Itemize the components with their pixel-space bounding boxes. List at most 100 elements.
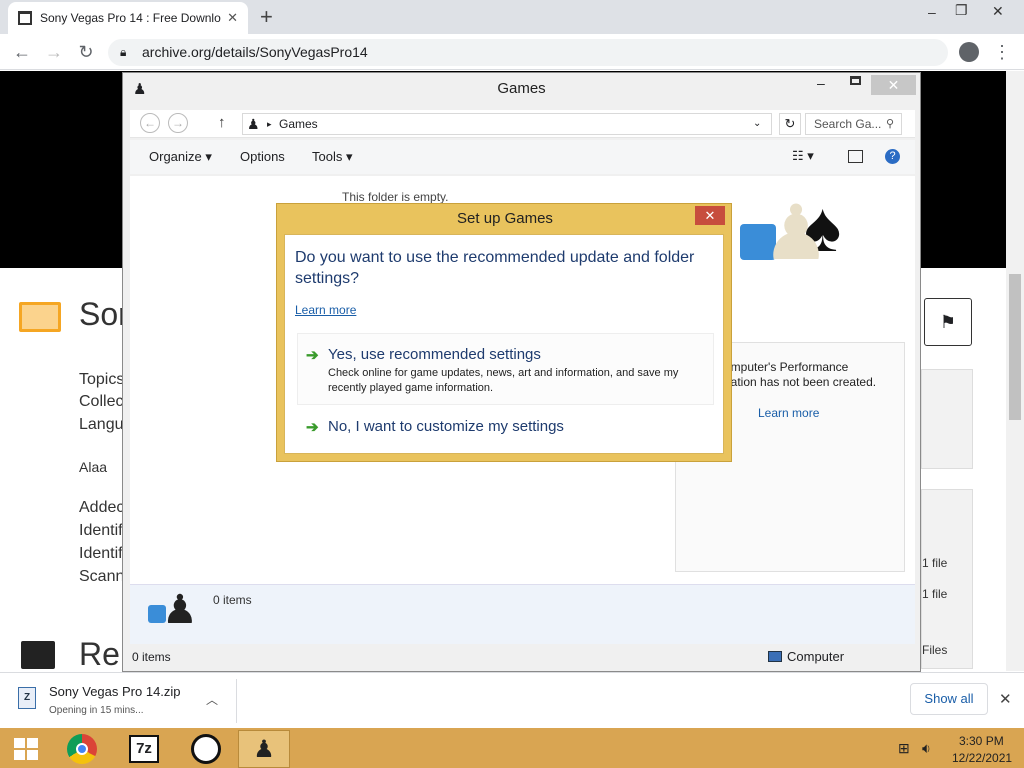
flag-button[interactable]: ⚑ xyxy=(924,298,972,346)
show-all-button[interactable]: Show all xyxy=(910,683,988,715)
command-bar: Organize ▾ Options Tools ▾ ☷ ▾ ? xyxy=(130,140,915,174)
download-shelf: Z Sony Vegas Pro 14.zip Opening in 15 mi… xyxy=(0,672,1024,728)
meta-topics: Topics xyxy=(79,371,125,388)
reload-icon[interactable]: ↻ xyxy=(72,38,100,66)
games-chess-art: ♠ ♟ xyxy=(734,192,864,292)
forward-nav-icon[interactable]: → xyxy=(168,113,188,133)
browser-tab[interactable]: Sony Vegas Pro 14 : Free Downlo ✕ xyxy=(8,2,248,34)
dialog-question: Do you want to use the recommended updat… xyxy=(295,249,695,287)
address-bar[interactable]: 🔒︎ archive.org/details/SonyVegasPro14 xyxy=(108,39,948,66)
help-icon[interactable]: ? xyxy=(885,149,900,164)
performance-learn-more-link[interactable]: Learn more xyxy=(758,406,819,420)
meta-identifier: Identif xyxy=(79,522,123,539)
address-dropdown-icon[interactable]: ⌄ xyxy=(753,114,761,134)
new-tab-button[interactable]: + xyxy=(260,4,273,30)
reviews-chat-icon xyxy=(21,641,55,669)
meta-collection: Collec xyxy=(79,393,124,410)
network-icon[interactable]: ⊞ xyxy=(898,740,910,757)
side-panel-2 xyxy=(921,489,973,669)
tools-menu[interactable]: Tools ▾ xyxy=(312,149,353,165)
pawn-icon: ♟ xyxy=(762,191,831,276)
download-chevron-icon[interactable]: ︿ xyxy=(206,691,218,708)
url-text: archive.org/details/SonyVegasPro14 xyxy=(142,44,368,60)
details-pane: ♟ 0 items xyxy=(130,584,915,644)
back-arrow-icon[interactable]: ← xyxy=(8,38,36,66)
games-taskbar-icon: ♟ xyxy=(253,735,275,763)
clock-date[interactable]: 12/22/2021 xyxy=(952,751,1012,765)
app-face-icon xyxy=(191,734,221,764)
forward-arrow-icon[interactable]: → xyxy=(40,38,68,66)
path-chevron-icon: ▸ xyxy=(267,119,272,129)
option1-title: Yes, use recommended settings xyxy=(328,346,541,363)
status-location: Computer xyxy=(787,649,845,664)
option1-description: Check online for game updates, news, art… xyxy=(328,367,679,394)
window-minimize-button[interactable]: – xyxy=(817,75,825,91)
menu-dots-icon[interactable]: ⋮ xyxy=(988,38,1016,66)
meta-author: Alaa xyxy=(79,459,108,475)
up-arrow-icon[interactable]: ↑ xyxy=(218,114,226,131)
download-divider xyxy=(236,679,237,723)
close-window-button[interactable]: ✕ xyxy=(992,3,1004,20)
meta-added: Addec xyxy=(79,499,125,516)
download-filename[interactable]: Sony Vegas Pro 14.zip xyxy=(49,684,181,699)
files-label[interactable]: Files xyxy=(922,643,947,657)
file-count-1[interactable]: 1 file xyxy=(922,556,947,570)
organize-menu[interactable]: Organize ▾ xyxy=(149,149,212,165)
tab-strip: Sony Vegas Pro 14 : Free Downlo ✕ + – ❐ … xyxy=(0,0,1024,34)
option2-title: No, I want to customize my settings xyxy=(328,418,564,435)
green-arrow-icon: ➔ xyxy=(306,347,319,364)
back-nav-icon[interactable]: ← xyxy=(140,113,160,133)
performance-text-2: nation has not been created. xyxy=(724,375,877,389)
computer-icon xyxy=(768,651,782,662)
empty-folder-text: This folder is empty. xyxy=(342,190,449,204)
dialog-close-button[interactable]: ✕ xyxy=(695,206,725,225)
7zip-icon: 7z xyxy=(129,735,159,763)
window-title: Games xyxy=(497,80,546,97)
dialog-learn-more-link[interactable]: Learn more xyxy=(295,303,356,317)
games-path-icon: ♟ xyxy=(247,116,260,132)
preview-pane-icon[interactable] xyxy=(848,150,863,163)
options-button[interactable]: Options xyxy=(240,149,285,164)
close-download-bar-icon[interactable]: ✕ xyxy=(999,690,1012,708)
status-item-count: 0 items xyxy=(132,650,171,664)
tab-title: Sony Vegas Pro 14 : Free Downlo xyxy=(40,11,221,25)
profile-avatar-icon[interactable] xyxy=(959,42,979,62)
minimize-button[interactable]: – xyxy=(928,4,936,20)
refresh-icon[interactable]: ↻ xyxy=(779,113,801,135)
search-box[interactable]: Search Ga... ⚲ xyxy=(805,113,902,135)
zip-file-icon: Z xyxy=(18,687,36,709)
window-maximize-button[interactable] xyxy=(850,76,861,85)
taskbar-app[interactable] xyxy=(180,730,232,768)
volume-icon[interactable]: 🔉︎ xyxy=(922,740,931,757)
view-options-icon[interactable]: ☷ ▾ xyxy=(792,148,814,164)
file-count-2[interactable]: 1 file xyxy=(922,587,947,601)
windows-logo-icon xyxy=(14,738,38,760)
address-text: Games xyxy=(279,117,318,131)
meta-scanner: Scann xyxy=(79,568,125,585)
performance-text-1: omputer's Performance xyxy=(724,360,849,374)
restore-button[interactable]: ❐ xyxy=(955,2,968,19)
window-close-button[interactable]: ✕ xyxy=(871,75,916,95)
reviews-heading: Re xyxy=(79,636,120,672)
meta-language: Langu xyxy=(79,416,124,433)
book-icon xyxy=(19,302,61,332)
taskbar-games[interactable]: ♟ xyxy=(238,730,290,768)
tab-close-icon[interactable]: ✕ xyxy=(227,10,238,26)
search-icon: ⚲ xyxy=(886,118,895,130)
meta-identifier-ark: Identif xyxy=(79,545,123,562)
recommended-settings-option[interactable]: ➔ Yes, use recommended settings Check on… xyxy=(297,333,714,405)
taskbar-7zip[interactable]: 7z xyxy=(118,730,170,768)
address-path[interactable]: ♟ ▸ Games ⌄ xyxy=(242,113,772,135)
side-panel-1 xyxy=(921,369,973,469)
dialog-title: Set up Games xyxy=(457,210,553,227)
green-arrow-icon: ➔ xyxy=(306,419,319,436)
download-status: Opening in 15 mins... xyxy=(49,705,144,716)
clock-time[interactable]: 3:30 PM xyxy=(959,734,1004,748)
lock-icon: 🔒︎ xyxy=(120,45,127,59)
customize-settings-option[interactable]: ➔ No, I want to customize my settings xyxy=(297,411,714,441)
start-button[interactable] xyxy=(0,730,52,768)
taskbar-chrome[interactable] xyxy=(56,730,108,768)
details-item-count: 0 items xyxy=(213,593,252,607)
scroll-thumb[interactable] xyxy=(1009,274,1021,420)
chrome-icon xyxy=(67,734,97,764)
